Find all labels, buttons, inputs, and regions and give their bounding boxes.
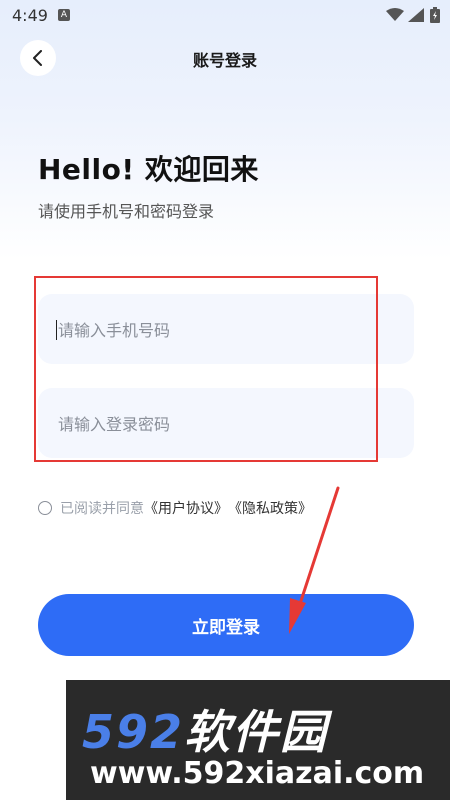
watermark: 592软件园 www.592xiazai.com <box>66 680 450 800</box>
watermark-logo: 592软件园 <box>82 696 328 762</box>
watermark-brand: 软件园 <box>184 705 329 759</box>
watermark-url: www.592xiazai.com <box>90 756 425 791</box>
watermark-number: 592 <box>82 705 185 759</box>
